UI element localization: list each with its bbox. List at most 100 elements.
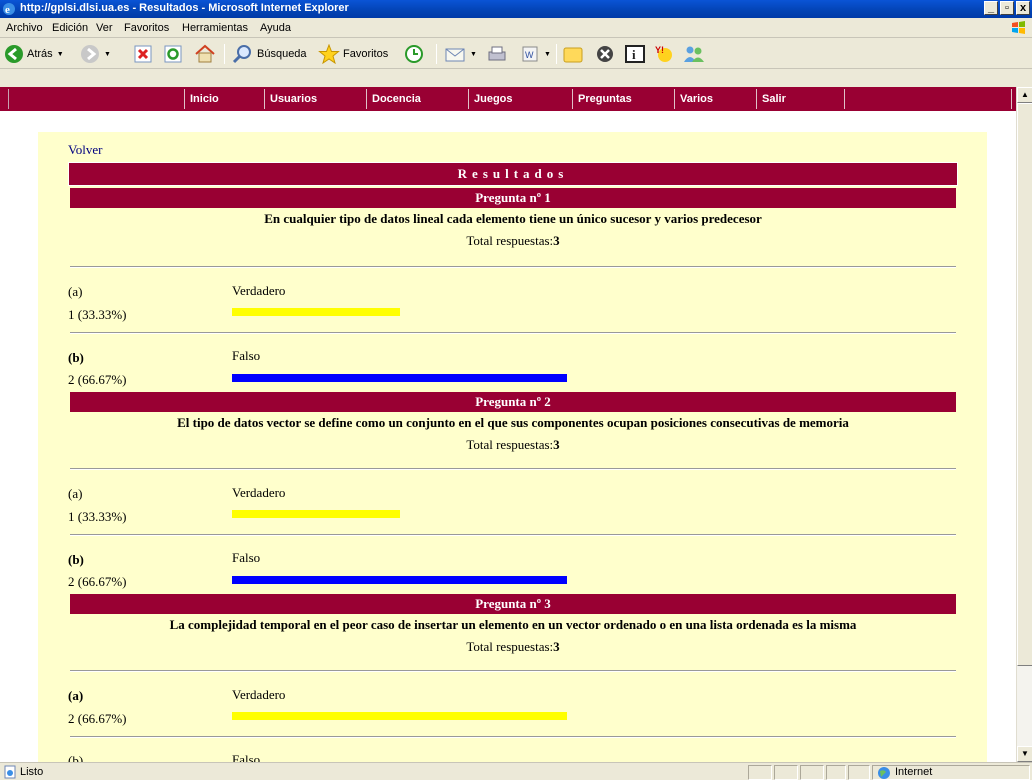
option-count: 1 (33.33%) — [68, 509, 127, 524]
nav-varios[interactable]: Varios — [674, 89, 756, 109]
menu-archivo[interactable]: Archivo — [6, 22, 43, 34]
discuss-button[interactable] — [562, 43, 584, 65]
question-text: En cualquier tipo de datos lineal cada e… — [264, 211, 762, 226]
vertical-scrollbar[interactable]: ▲ ▼ — [1016, 87, 1032, 762]
dropdown-arrow-icon[interactable]: ▼ — [544, 51, 551, 58]
page-viewport: Inicio Usuarios Docencia Juegos Pregunta… — [0, 87, 1016, 762]
option-count: 2 (66.67%) — [68, 574, 127, 589]
status-bar: Listo Internet — [0, 762, 1032, 780]
menu-herramientas[interactable]: Herramientas — [182, 22, 248, 34]
menu-ver[interactable]: Ver — [96, 22, 113, 34]
zone-label: Internet — [895, 766, 933, 778]
option-letter: (a) — [68, 688, 84, 703]
dropdown-arrow-icon[interactable]: ▼ — [57, 51, 64, 58]
windows-flag-icon — [1012, 21, 1025, 34]
history-icon — [405, 45, 423, 63]
history-button[interactable] — [404, 43, 424, 65]
favorites-label: Favoritos — [343, 48, 389, 60]
divider — [70, 534, 956, 536]
total-responses: Total respuestas:3 — [466, 233, 560, 248]
folder-icon — [563, 47, 583, 63]
option-count: 2 (66.67%) — [68, 711, 127, 726]
forward-arrow-icon — [81, 45, 99, 63]
edit-button[interactable]: W ▼ — [520, 43, 551, 65]
window-title: http://gplsi.dlsi.ua.es - Resultados - M… — [20, 2, 349, 14]
word-icon: W — [522, 46, 538, 62]
scroll-thumb[interactable] — [1017, 103, 1032, 666]
close-circle-icon — [597, 46, 613, 62]
yahoo-button[interactable]: Y! — [654, 43, 676, 65]
option-label: Verdadero — [232, 283, 286, 298]
svg-text:e: e — [5, 4, 10, 16]
question-text: El tipo de datos vector se define como u… — [177, 415, 849, 430]
option-bar — [232, 510, 400, 518]
internet-explorer-icon: e — [3, 3, 15, 16]
svg-text:i: i — [632, 47, 636, 62]
option-letter: (a) — [68, 284, 83, 299]
page-icon — [4, 765, 16, 779]
dropdown-arrow-icon[interactable]: ▼ — [104, 51, 111, 58]
scroll-up-button[interactable]: ▲ — [1017, 87, 1032, 103]
option-bar — [232, 374, 567, 382]
info-button[interactable]: i — [624, 43, 646, 65]
stop-button[interactable] — [134, 43, 152, 65]
printer-icon — [488, 46, 506, 61]
option-count: 2 (66.67%) — [68, 372, 127, 387]
option-count: 1 (33.33%) — [68, 307, 127, 322]
yahoo-icon: Y! — [655, 45, 672, 62]
option-label: Falso — [232, 550, 261, 565]
nav-juegos[interactable]: Juegos — [468, 89, 572, 109]
divider — [70, 332, 956, 334]
stop-icon — [134, 45, 152, 63]
toolbar: Atrás ▼ ▼ Búsqueda Favoritos ▼ W ▼ i Y! — [0, 39, 1032, 69]
divider — [70, 468, 956, 470]
results-header: Resultados — [68, 162, 958, 186]
menu-ayuda[interactable]: Ayuda — [260, 22, 291, 34]
total-responses: Total respuestas:3 — [466, 437, 560, 452]
question-heading: Pregunta nº 2 — [70, 392, 956, 412]
back-button[interactable]: Atrás ▼ — [4, 43, 64, 65]
search-icon — [232, 45, 251, 64]
dropdown-arrow-icon[interactable]: ▼ — [470, 51, 477, 58]
menu-favoritos[interactable]: Favoritos — [124, 22, 169, 34]
back-label: Atrás — [27, 48, 53, 60]
option-label: Falso — [232, 752, 261, 762]
total-responses: Total respuestas:3 — [466, 639, 560, 654]
nav-usuarios[interactable]: Usuarios — [264, 89, 366, 109]
search-button[interactable]: Búsqueda — [232, 43, 307, 65]
option-letter: (b) — [68, 350, 84, 365]
window-title-bar[interactable]: e http://gplsi.dlsi.ua.es - Resultados -… — [0, 0, 1032, 18]
refresh-button[interactable] — [164, 43, 182, 65]
home-icon — [195, 44, 215, 63]
home-button[interactable] — [194, 43, 216, 65]
option-bar — [232, 308, 400, 316]
option-label: Verdadero — [232, 485, 286, 500]
nav-inicio[interactable]: Inicio — [184, 89, 264, 109]
maximize-button[interactable]: ▫ — [1000, 1, 1014, 15]
info-icon: i — [625, 45, 645, 63]
users-button[interactable] — [682, 43, 706, 65]
option-letter: (b) — [68, 552, 84, 567]
status-text: Listo — [20, 766, 44, 778]
favorites-button[interactable]: Favoritos — [318, 43, 388, 65]
minimize-button[interactable]: _ — [984, 1, 998, 15]
security-zone: Internet — [872, 765, 1030, 780]
globe-icon — [878, 767, 890, 779]
nav-preguntas[interactable]: Preguntas — [572, 89, 674, 109]
close-button[interactable]: x — [1016, 1, 1030, 15]
option-label: Verdadero — [232, 687, 286, 702]
nav-salir[interactable]: Salir — [756, 89, 844, 109]
divider — [70, 670, 956, 672]
mail-button[interactable]: ▼ — [444, 43, 477, 65]
menu-edicion[interactable]: Edición — [52, 22, 88, 34]
back-link[interactable]: Volver — [68, 142, 102, 158]
svg-text:Y!: Y! — [655, 45, 664, 55]
question-heading: Pregunta nº 3 — [70, 594, 956, 614]
print-button[interactable] — [486, 43, 508, 65]
forward-button[interactable]: ▼ — [80, 43, 111, 65]
messenger-button[interactable] — [594, 43, 616, 65]
question-heading: Pregunta nº 1 — [70, 188, 956, 208]
site-nav-bar: Inicio Usuarios Docencia Juegos Pregunta… — [0, 87, 1016, 111]
nav-docencia[interactable]: Docencia — [366, 89, 468, 109]
scroll-down-button[interactable]: ▼ — [1017, 746, 1032, 762]
